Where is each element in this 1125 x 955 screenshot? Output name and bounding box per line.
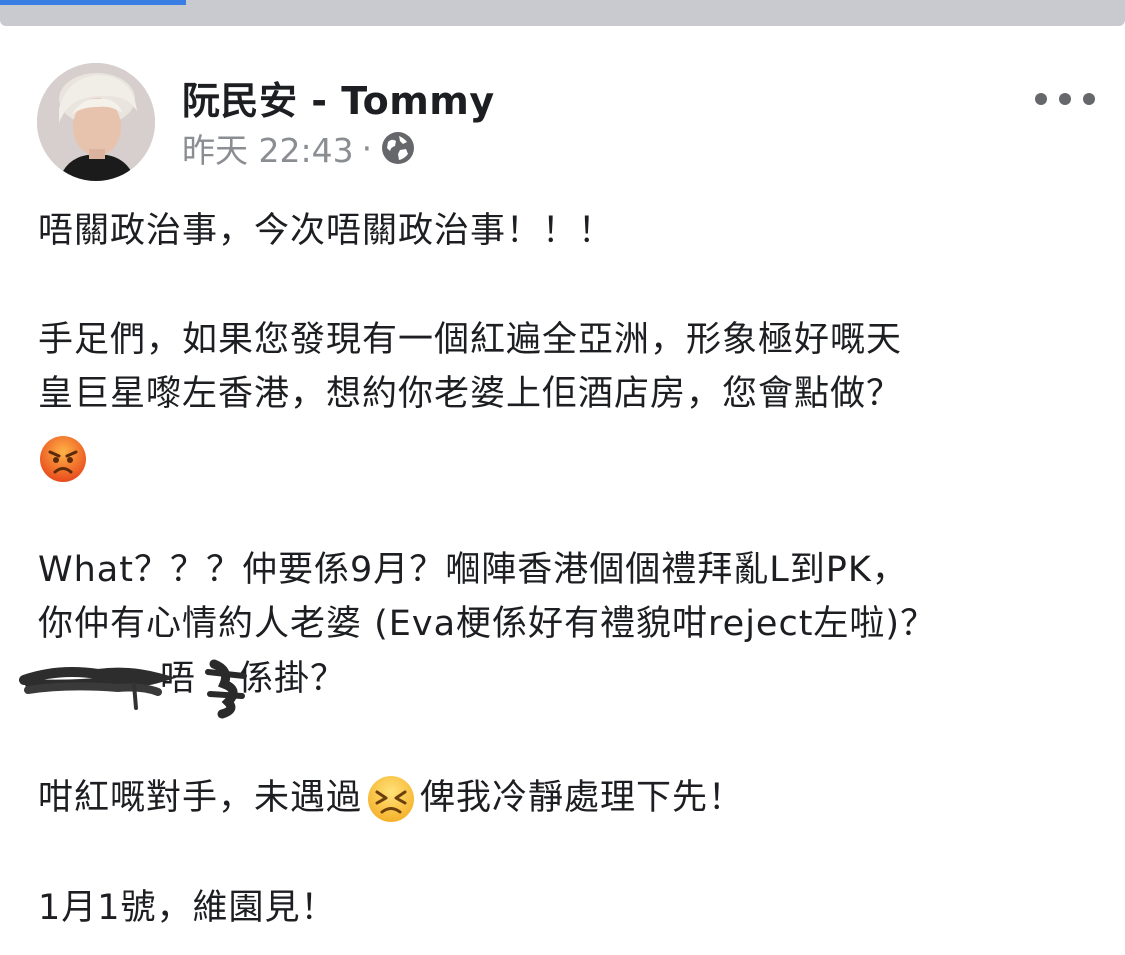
post-timestamp[interactable]: 昨天 22:43 [182, 124, 354, 172]
post-text-fragment: 咁紅嘅對手，未遇過 [38, 778, 363, 818]
top-bar [0, 0, 1125, 26]
post-text-line: What？？？仲要係9月？嗰陣香港個個禮拜亂L到PK， [38, 550, 908, 590]
post-text-line: 1月1號，維園見！ [38, 888, 337, 928]
avatar[interactable] [37, 63, 155, 181]
post-text-fragment: 俾我冷靜處理下先！ [420, 778, 745, 818]
post-text-line: 你仲有心情約人老婆 (Eva梗係好有禮貌咁reject左啦)？ [38, 604, 937, 644]
globe-icon [382, 132, 415, 164]
angry-face-icon [40, 436, 86, 482]
author-name[interactable]: 阮民安 - Tommy [182, 70, 495, 125]
loading-progress-bar [0, 0, 186, 5]
more-dot [1083, 93, 1095, 105]
post-text-line: 咁紅嘅對手，未遇過 俾我冷靜處理下先！ [38, 771, 744, 826]
more-dot [1059, 93, 1071, 105]
post-text-line: 皇巨星嚟左香港，想約你老婆上佢酒店房，您會點做？ [38, 374, 903, 414]
more-options-button[interactable] [1035, 84, 1095, 114]
more-dot [1035, 93, 1047, 105]
persevering-face-icon [368, 776, 415, 822]
redaction-scribble [19, 659, 247, 719]
angry-face-emoji [38, 434, 88, 484]
post-text-line: 手足們，如果您發現有一個紅遍全亞洲，形象極好嘅天 [38, 320, 903, 360]
post-text-line: 唔關政治事，今次唔關政治事！！！ [38, 211, 615, 251]
post-meta: 昨天 22:43 · [182, 126, 416, 170]
avatar-image [37, 63, 155, 181]
meta-separator: · [361, 128, 373, 168]
